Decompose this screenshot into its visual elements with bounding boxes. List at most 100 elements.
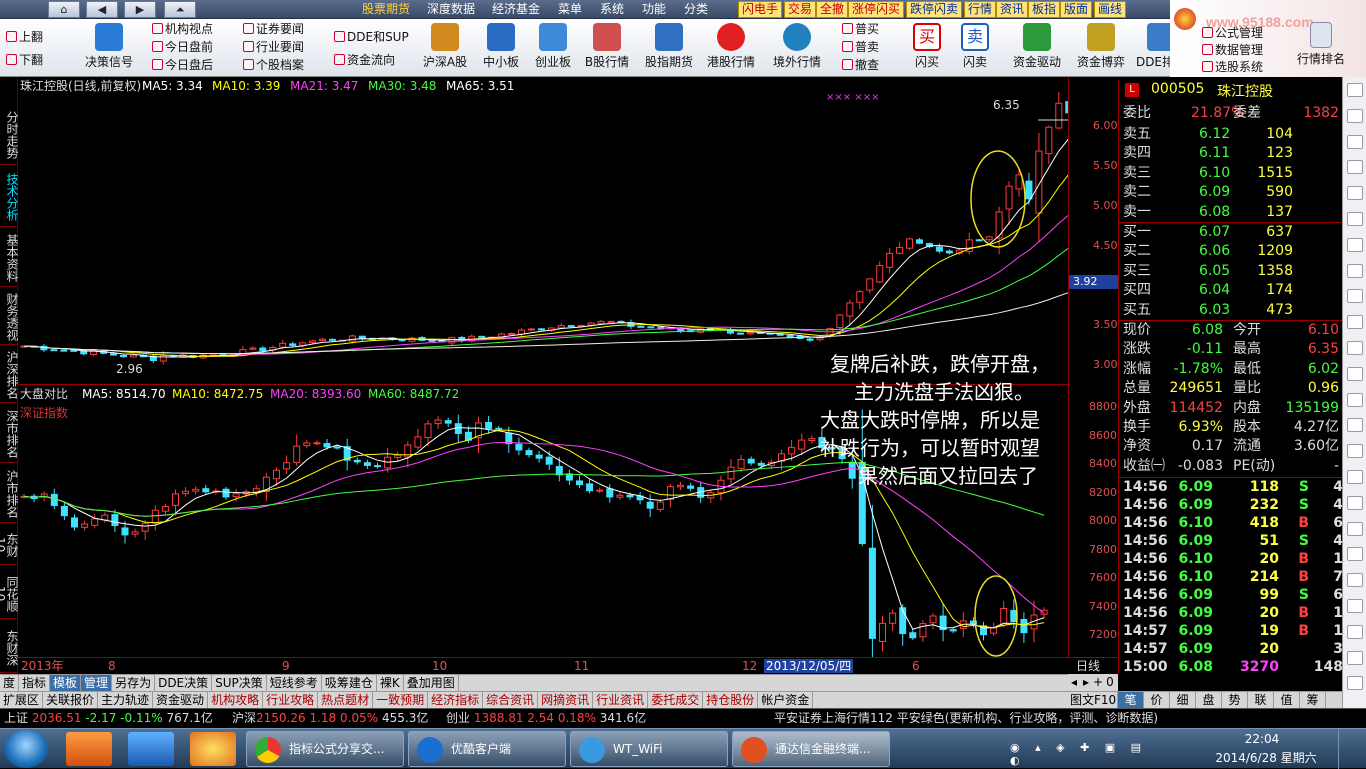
extension-tab[interactable]: 持仓股份	[703, 692, 759, 708]
indicator-tab[interactable]: 另存为	[112, 675, 156, 691]
fund-flow-button[interactable]: 资金流向	[334, 53, 395, 68]
tab-intraday[interactable]: 分时走势	[0, 105, 19, 165]
tab-hs-rank[interactable]: 沪深排名	[0, 347, 19, 403]
task-chrome[interactable]: 指标公式分享交...	[246, 731, 404, 767]
row1-control[interactable]: 0	[1104, 674, 1116, 690]
dde-sup-button[interactable]: DDE和SUP	[334, 30, 409, 45]
tab-draw-line[interactable]: 画线	[1094, 1, 1127, 18]
side-tool-icon[interactable]	[1347, 599, 1363, 613]
tab-news[interactable]: 资讯	[996, 1, 1029, 18]
side-tool-icon[interactable]	[1347, 366, 1363, 381]
securities-news-button[interactable]: 证券要闻	[243, 22, 304, 37]
indicator-tab[interactable]: 吸筹建仓	[322, 675, 377, 691]
tab-layout[interactable]: 版面	[1060, 1, 1093, 18]
indicator-tab[interactable]: 裸K	[377, 675, 404, 691]
side-tool-icon[interactable]	[1347, 392, 1363, 407]
side-tool-icon[interactable]	[1347, 134, 1363, 149]
back-button[interactable]: ◀	[86, 1, 118, 18]
row1-control[interactable]: ▸	[1080, 674, 1092, 690]
decision-signal-button[interactable]: 决策信号	[80, 21, 138, 75]
side-tool-icon[interactable]	[1347, 573, 1363, 588]
formula-manage-button[interactable]: 公式管理	[1202, 26, 1263, 41]
side-tool-icon[interactable]	[1347, 547, 1363, 562]
flash-sell-button[interactable]: 卖闪卖	[946, 21, 1004, 75]
extension-tab[interactable]: 一致预期	[373, 692, 429, 708]
detail-tab[interactable]: 值	[1274, 692, 1300, 708]
explorer-pin[interactable]	[128, 732, 174, 766]
detail-tab[interactable]: 图文F10	[1068, 692, 1118, 708]
tab-limit-down-sell[interactable]: 跌停闪卖	[906, 1, 963, 18]
indicator-tab[interactable]: 叠加用图	[404, 675, 459, 691]
stock-profile-button[interactable]: 个股档案	[243, 58, 304, 73]
row1-control[interactable]: +	[1092, 674, 1104, 690]
tab-financials[interactable]: 财务透视	[0, 289, 19, 345]
side-tool-icon[interactable]	[1347, 444, 1363, 459]
tab-sz-rank[interactable]: 深市排名	[0, 405, 19, 463]
extension-tab[interactable]: 帐户资金	[758, 692, 814, 708]
data-manage-button[interactable]: 数据管理	[1202, 43, 1263, 58]
side-tool-icon[interactable]	[1347, 83, 1363, 97]
tab-flash-trader[interactable]: 闪电手	[738, 1, 783, 18]
detail-tab[interactable]: 筹	[1300, 692, 1326, 708]
extension-tab[interactable]: 机构攻略	[208, 692, 264, 708]
indicator-tab[interactable]: DDE决策	[155, 675, 213, 691]
tab-index[interactable]: 板指	[1028, 1, 1061, 18]
extension-tab[interactable]: 关联报价	[43, 692, 99, 708]
detail-tab[interactable]: 联	[1248, 692, 1274, 708]
index-futures-button[interactable]: 股指期货	[640, 21, 698, 75]
premarket-button[interactable]: 今日盘前	[152, 40, 213, 55]
detail-tab[interactable]: 细	[1170, 692, 1196, 708]
indicator-tab[interactable]: SUP决策	[212, 675, 267, 691]
extension-tab[interactable]: 行业攻略	[263, 692, 319, 708]
menu-category[interactable]: 分类	[684, 2, 708, 17]
tray-icons[interactable]: ◉ ▴ ◈ ✚ ▣ ▤ ◐	[1010, 741, 1160, 767]
indicator-tab[interactable]: 模板	[50, 675, 82, 691]
sme-board-button[interactable]: 中小板	[472, 21, 530, 75]
start-button[interactable]	[4, 730, 48, 768]
side-tool-icon[interactable]	[1347, 495, 1363, 510]
menu-system[interactable]: 系统	[600, 2, 624, 17]
clock-date[interactable]: 2014/6/28 星期六	[1206, 749, 1326, 766]
extension-tab[interactable]: 综合资讯	[483, 692, 539, 708]
tab-quotes[interactable]: 行情	[964, 1, 997, 18]
side-tool-icon[interactable]	[1347, 315, 1363, 330]
tab-trade[interactable]: 交易	[784, 1, 817, 18]
overseas-button[interactable]: 境外行情	[768, 21, 826, 75]
extension-tab[interactable]: 网摘资讯	[538, 692, 594, 708]
tab-limit-up-buy[interactable]: 涨停闪买	[848, 1, 905, 18]
show-desktop-button[interactable]	[1338, 729, 1366, 769]
side-tool-icon[interactable]	[1347, 160, 1363, 175]
row1-control[interactable]: ◂	[1068, 674, 1080, 690]
normal-sell-button[interactable]: 普卖	[842, 40, 879, 55]
side-tool-icon[interactable]	[1347, 470, 1363, 484]
extension-tab[interactable]: 行业资讯	[593, 692, 649, 708]
detail-tab[interactable]: 盘	[1196, 692, 1222, 708]
page-up-button[interactable]: 上翻	[6, 30, 43, 45]
detail-tab[interactable]: 势	[1222, 692, 1248, 708]
menu-stocks-futures[interactable]: 股票期货	[362, 2, 410, 17]
side-tool-icon[interactable]	[1347, 108, 1363, 123]
extension-tab[interactable]: 经济指标	[428, 692, 484, 708]
task-wifi[interactable]: WT_WiFi	[570, 731, 728, 767]
extension-tab[interactable]: 资金驱动	[153, 692, 209, 708]
b-share-button[interactable]: B股行情	[578, 21, 636, 75]
side-tool-icon[interactable]	[1347, 418, 1363, 433]
side-tool-icon[interactable]	[1347, 263, 1363, 278]
detail-tab[interactable]: 价	[1144, 692, 1170, 708]
extension-tab[interactable]: 热点题材	[318, 692, 374, 708]
quote-rank-button[interactable]: 行情排名	[1292, 20, 1350, 76]
qq-pin[interactable]	[190, 732, 236, 766]
media-player-pin[interactable]	[66, 732, 112, 766]
aftermarket-button[interactable]: 今日盘后	[152, 58, 213, 73]
cancel-query-button[interactable]: 撤查	[842, 58, 879, 73]
tab-fundamentals[interactable]: 基本资料	[0, 229, 19, 287]
status-cy[interactable]: 创业 1388.81 2.54 0.18% 341.6亿	[446, 709, 646, 727]
page-down-button[interactable]: 下翻	[6, 53, 43, 68]
status-hs[interactable]: 沪深2150.26 1.18 0.05% 455.3亿	[232, 709, 428, 727]
gem-board-button[interactable]: 创业板	[524, 21, 582, 75]
extension-tab[interactable]: 扩展区	[0, 692, 44, 708]
tab-sh-rank[interactable]: 沪市排名	[0, 465, 19, 523]
tab-cancel-all[interactable]: 全撤	[816, 1, 849, 18]
side-tool-icon[interactable]	[1347, 212, 1363, 226]
extension-tab[interactable]: 委托成交	[648, 692, 704, 708]
